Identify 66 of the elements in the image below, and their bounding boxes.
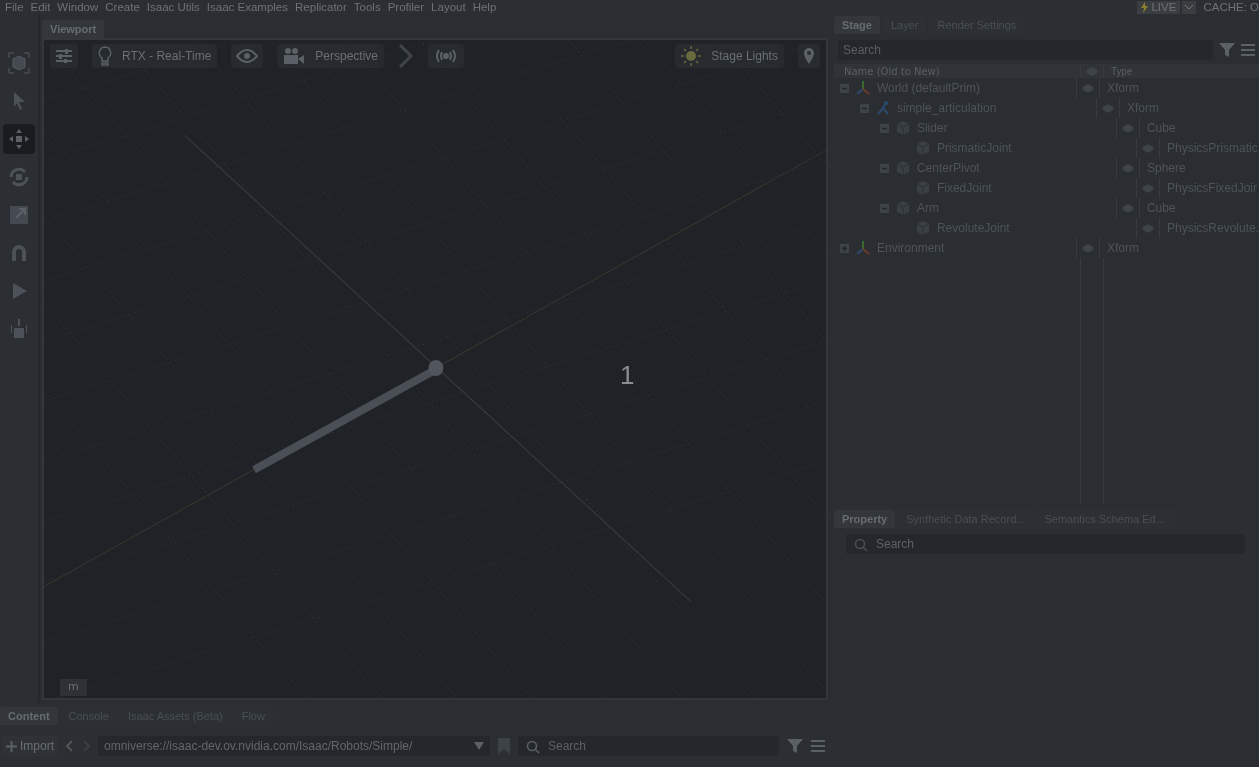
sun-icon bbox=[681, 46, 702, 66]
dropdown-icon bbox=[474, 742, 484, 750]
expand-toggle[interactable] bbox=[879, 203, 889, 213]
scale-icon bbox=[7, 203, 31, 227]
cube-select-icon bbox=[7, 51, 31, 75]
move-icon bbox=[7, 127, 31, 151]
menu-item[interactable]: Isaac Utils bbox=[146, 1, 200, 13]
menu-icon[interactable] bbox=[1241, 44, 1255, 56]
expand-toggle[interactable] bbox=[839, 243, 849, 253]
tool-button[interactable] bbox=[3, 124, 35, 154]
lightning-icon bbox=[1141, 1, 1149, 13]
broadcast-button[interactable] bbox=[428, 44, 465, 68]
cache-status: CACHE: O bbox=[1203, 1, 1259, 13]
search-field[interactable]: Search bbox=[518, 736, 779, 756]
pin-button[interactable] bbox=[797, 44, 820, 68]
menu-item[interactable]: Edit bbox=[30, 1, 51, 13]
search-icon bbox=[526, 740, 540, 754]
expand-toggle[interactable] bbox=[879, 163, 889, 173]
camera-button[interactable]: Perspective bbox=[277, 44, 385, 68]
axes-icon bbox=[854, 80, 871, 96]
menu-item[interactable]: Window bbox=[57, 1, 99, 13]
expand-toggle[interactable] bbox=[879, 123, 889, 133]
menu-item[interactable]: Help bbox=[472, 1, 497, 13]
visibility-button[interactable] bbox=[231, 44, 264, 68]
menu-item[interactable]: Create bbox=[105, 1, 140, 13]
eye-icon bbox=[236, 49, 259, 63]
expand-toggle[interactable] bbox=[859, 103, 869, 113]
settings-button[interactable] bbox=[50, 44, 78, 68]
menu-item[interactable]: Layout bbox=[431, 1, 466, 13]
filter-icon[interactable] bbox=[1219, 42, 1235, 58]
path-field[interactable]: omniverse://isaac-dev.ov.nvidia.com/Isaac/Robots/Simple/ bbox=[98, 736, 490, 756]
menu-item[interactable]: Profiler bbox=[387, 1, 425, 13]
search-field[interactable]: Search bbox=[837, 40, 1213, 60]
map-pin-icon bbox=[802, 47, 815, 65]
menu-item[interactable]: Tools bbox=[353, 1, 381, 13]
chevron-icon[interactable] bbox=[398, 44, 415, 68]
search-field[interactable]: Search bbox=[845, 534, 1245, 554]
menu-item[interactable]: Replicator bbox=[295, 1, 347, 13]
viewport[interactable]: RTX - Real-Time Perspective Stage Lights 1 m bbox=[42, 38, 828, 700]
search-icon bbox=[853, 538, 868, 552]
dropdown-button[interactable] bbox=[1182, 0, 1197, 14]
lightbulb-icon bbox=[98, 46, 112, 66]
overlay-label: 1 bbox=[620, 360, 635, 391]
menu-icon[interactable] bbox=[810, 740, 825, 752]
minus-icon bbox=[879, 123, 889, 133]
unit-button[interactable]: m bbox=[60, 679, 87, 696]
renderer-button[interactable]: RTX - Real-Time bbox=[92, 44, 218, 68]
plus-icon bbox=[6, 740, 17, 752]
plus-icon bbox=[839, 243, 849, 253]
articulation-icon bbox=[874, 100, 891, 116]
minus-icon bbox=[879, 163, 889, 173]
back-icon[interactable] bbox=[66, 740, 74, 752]
minus-icon bbox=[839, 83, 849, 93]
sliders-icon bbox=[55, 48, 73, 64]
stage-lights-button[interactable]: Stage Lights bbox=[675, 44, 784, 68]
import-button[interactable]: Import bbox=[2, 736, 58, 756]
filter-icon[interactable] bbox=[786, 738, 803, 754]
minus-icon bbox=[879, 203, 889, 213]
minus-icon bbox=[859, 103, 869, 113]
menu-item[interactable]: File bbox=[5, 1, 24, 13]
axes-icon bbox=[854, 240, 871, 256]
caret-icon bbox=[1185, 4, 1194, 10]
menu-item[interactable]: Isaac Examples bbox=[206, 1, 289, 13]
video-camera-icon bbox=[283, 47, 306, 65]
expand-toggle[interactable] bbox=[839, 83, 849, 93]
rotate-icon bbox=[7, 165, 31, 189]
